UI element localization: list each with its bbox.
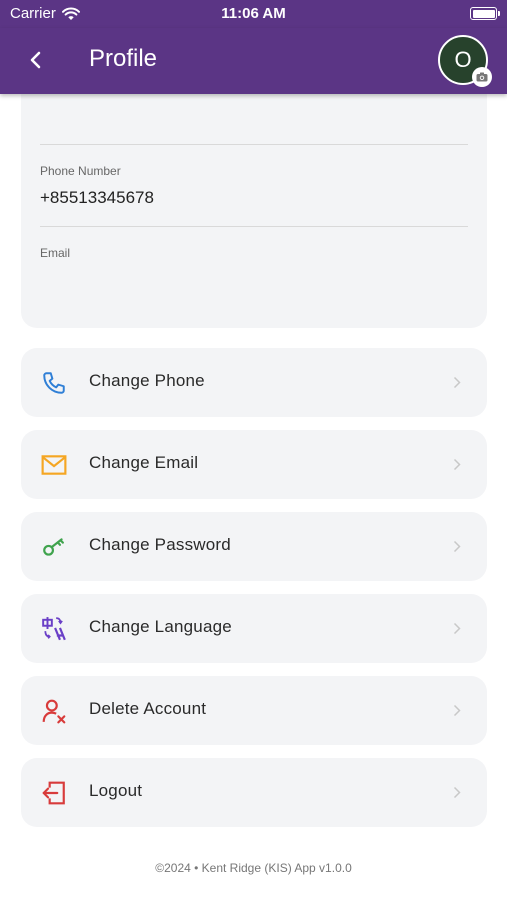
delete-account-button[interactable]: Delete Account [21, 676, 487, 745]
key-icon [43, 538, 64, 556]
battery-icon [470, 7, 500, 20]
email-icon [41, 455, 67, 475]
menu-item-label: Change Email [89, 453, 199, 472]
profile-info-card: Phone Number +85513345678 Email [21, 80, 487, 328]
change-phone-button[interactable]: Change Phone [21, 348, 487, 417]
avatar[interactable]: O [438, 35, 492, 87]
menu-item-label: Change Language [89, 617, 232, 636]
logout-button[interactable]: Logout [21, 758, 487, 827]
phone-number-value[interactable]: +85513345678 [40, 188, 154, 208]
chevron-right-icon [453, 376, 461, 389]
logout-icon [42, 781, 65, 805]
change-language-button[interactable]: Change Language [21, 594, 487, 663]
phone-icon [43, 372, 65, 394]
status-bar: Carrier 11:06 AM [0, 0, 507, 28]
change-password-button[interactable]: Change Password [21, 512, 487, 581]
phone-number-label: Phone Number [40, 164, 121, 178]
camera-icon[interactable] [472, 67, 492, 87]
chevron-right-icon [453, 786, 461, 799]
chevron-right-icon [453, 540, 461, 553]
email-label: Email [40, 246, 71, 260]
chevron-left-icon [30, 51, 41, 69]
menu-item-label: Change Phone [89, 371, 205, 390]
menu-item-label: Logout [89, 781, 143, 800]
nav-bar: Profile O [0, 28, 507, 94]
avatar-initial: O [454, 47, 472, 72]
status-time: 11:06 AM [221, 5, 286, 22]
menu-item-label: Delete Account [89, 699, 207, 718]
divider [40, 144, 468, 145]
divider [40, 226, 468, 227]
page-title: Profile [89, 45, 158, 72]
menu-item-label: Change Password [89, 535, 231, 554]
chevron-right-icon [453, 704, 461, 717]
chevron-right-icon [453, 458, 461, 471]
change-email-button[interactable]: Change Email [21, 430, 487, 499]
translate-icon [42, 617, 66, 641]
back-button[interactable] [24, 48, 48, 72]
footer-version-text: ©2024 • Kent Ridge (KIS) App v1.0.0 [155, 861, 352, 875]
delete-user-icon [42, 699, 66, 724]
chevron-right-icon [453, 622, 461, 635]
